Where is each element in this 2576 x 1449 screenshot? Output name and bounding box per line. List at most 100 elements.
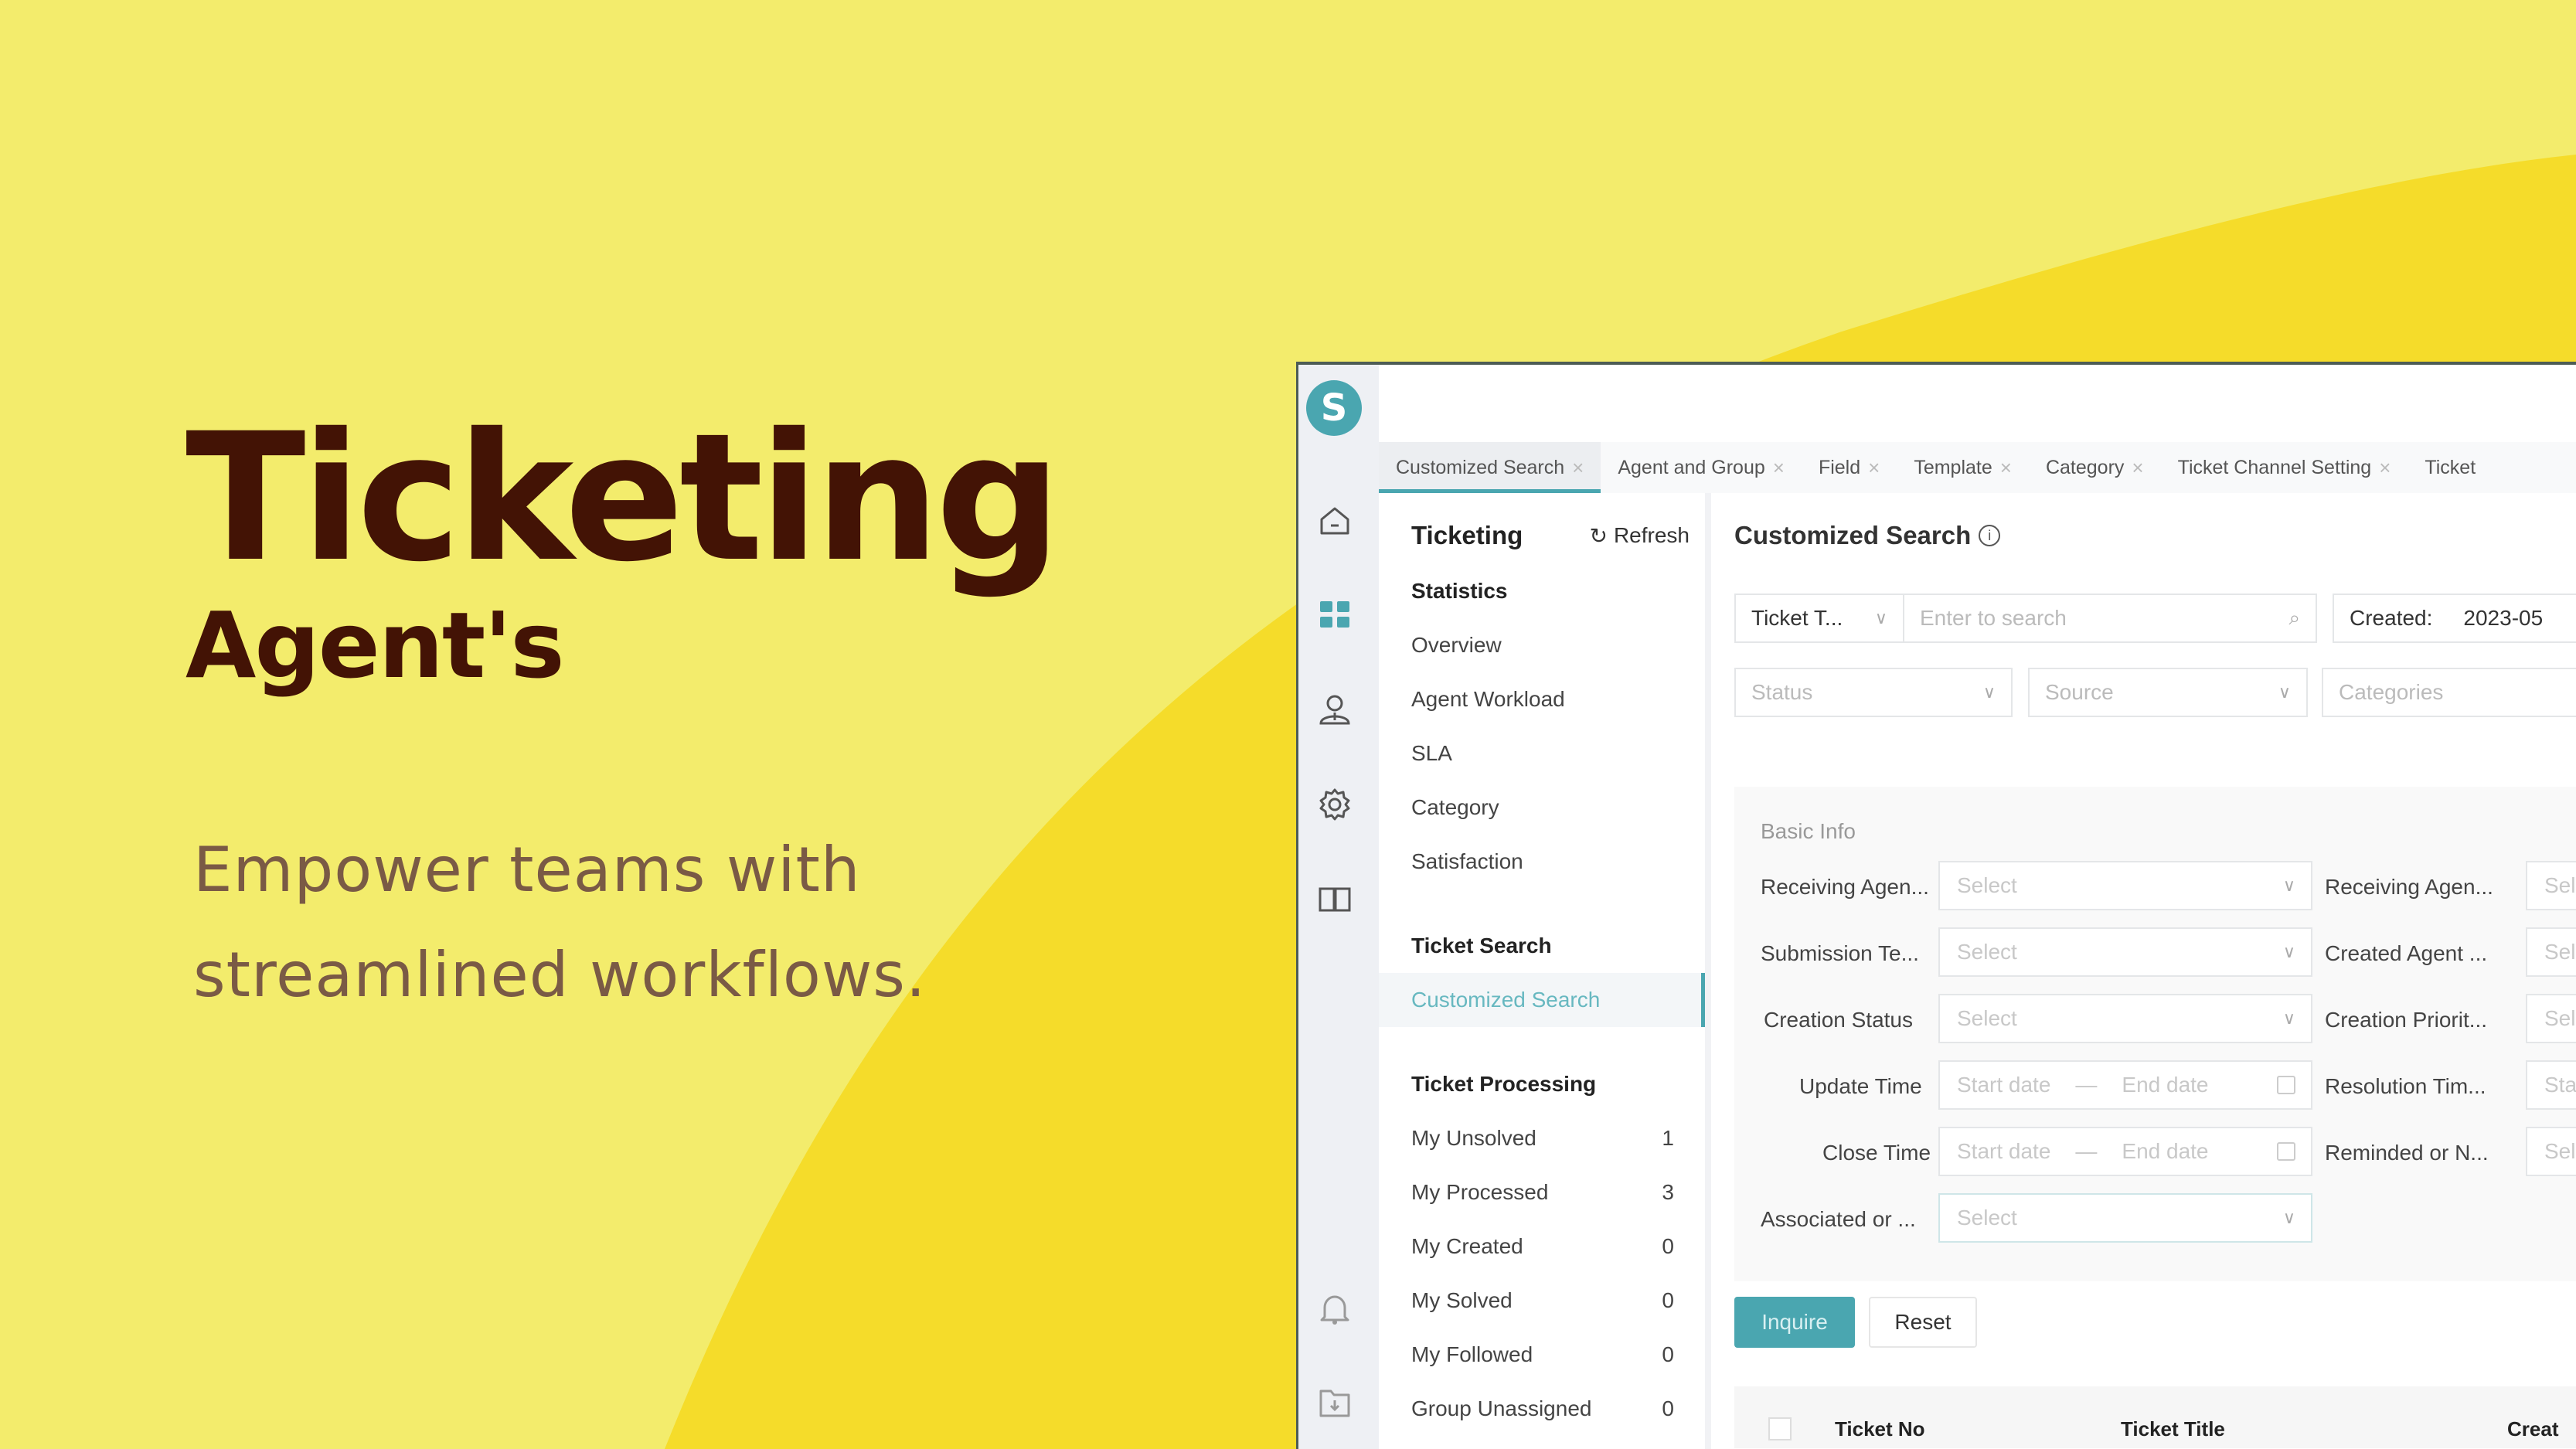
- search-input[interactable]: Enter to search ⌕: [1903, 594, 2317, 643]
- source-select[interactable]: Source ∨: [2028, 668, 2308, 717]
- basic-info-label: Basic Info: [1761, 819, 1856, 843]
- bell-icon[interactable]: [1317, 1291, 1353, 1326]
- receiving-agent-group-select[interactable]: Sele: [2526, 861, 2576, 910]
- refresh-button[interactable]: ↻ Refresh: [1589, 523, 1690, 549]
- select-placeholder: Sele: [2544, 1139, 2576, 1163]
- chevron-down-icon: ∨: [2282, 942, 2295, 961]
- nav-item-agent-workload[interactable]: Agent Workload: [1411, 672, 1683, 726]
- select-placeholder: Select: [1957, 873, 2017, 897]
- nav-item-my-unsolved[interactable]: My Unsolved 1: [1411, 1111, 1683, 1165]
- associated-select[interactable]: Select ∨: [1938, 1193, 2312, 1243]
- end-date-placeholder: End date: [2122, 1139, 2209, 1163]
- field-label: Receiving Agen...: [2325, 875, 2493, 899]
- agent-icon[interactable]: [1317, 692, 1353, 728]
- nav-item-category[interactable]: Category: [1411, 781, 1683, 835]
- book-icon[interactable]: [1317, 881, 1353, 917]
- select-all-checkbox[interactable]: [1768, 1417, 1792, 1440]
- nav-item-my-processed[interactable]: My Processed 3: [1411, 1165, 1683, 1219]
- status-select[interactable]: Status ∨: [1734, 668, 2013, 717]
- app-logo[interactable]: S: [1306, 380, 1362, 436]
- tab-customized-search[interactable]: Customized Search ×: [1379, 442, 1601, 493]
- nav-item-label: Customized Search: [1411, 988, 1601, 1012]
- categories-placeholder: Categories: [2339, 680, 2444, 704]
- hero-subtitle: Agent's: [185, 592, 565, 699]
- tab-ticket-channel-setting[interactable]: Ticket Channel Setting ×: [2161, 442, 2408, 493]
- creation-priority-select[interactable]: Sele: [2526, 994, 2576, 1043]
- close-icon[interactable]: ×: [1868, 456, 1880, 480]
- reminded-select[interactable]: Sele: [2526, 1127, 2576, 1176]
- created-agent-select[interactable]: Sele: [2526, 927, 2576, 977]
- column-header-ticket-no[interactable]: Ticket No: [1835, 1417, 1925, 1441]
- ticket-type-select[interactable]: Ticket T... ∨: [1734, 594, 1904, 643]
- results-table-header: Ticket No Ticket Title Creat: [1734, 1386, 2576, 1448]
- tab-label: Template: [1914, 456, 1992, 478]
- nav-item-satisfaction[interactable]: Satisfaction: [1411, 835, 1683, 889]
- search-icon[interactable]: ⌕: [2288, 606, 2300, 631]
- nav-item-overview[interactable]: Overview: [1411, 618, 1683, 672]
- tab-label: Category: [2045, 456, 2125, 478]
- nav-item-count: 0: [1662, 1288, 1674, 1312]
- close-time-range[interactable]: Start date — End date: [1938, 1127, 2312, 1176]
- nav-header: Ticketing ↻ Refresh: [1411, 521, 1690, 550]
- nav-title: Ticketing: [1411, 521, 1523, 549]
- close-icon[interactable]: ×: [2132, 456, 2143, 480]
- update-time-range[interactable]: Start date — End date: [1938, 1060, 2312, 1110]
- created-value: 2023-05: [2463, 606, 2544, 630]
- receiving-agent-select[interactable]: Select ∨: [1938, 861, 2312, 910]
- hero: Ticketing Agent's: [185, 410, 1062, 699]
- nav-item-sla[interactable]: SLA: [1411, 726, 1683, 781]
- folder-download-icon[interactable]: [1317, 1385, 1353, 1420]
- nav-item-count: 0: [1662, 1342, 1674, 1366]
- nav-item-customized-search[interactable]: Customized Search: [1379, 973, 1705, 1027]
- ticketing-nav: Ticketing ↻ Refresh Statistics Overview …: [1379, 493, 1711, 1449]
- nav-item-count: 0: [1662, 1234, 1674, 1258]
- close-icon[interactable]: ×: [2000, 456, 2012, 480]
- creation-status-select[interactable]: Select ∨: [1938, 994, 2312, 1043]
- nav-item-label: Agent Workload: [1411, 687, 1565, 711]
- tab-label: Field: [1818, 456, 1861, 478]
- ticket-type-value: Ticket T...: [1751, 606, 1843, 630]
- resolution-time-range[interactable]: Star: [2526, 1060, 2576, 1110]
- tab-ticket[interactable]: Ticket: [2408, 442, 2493, 493]
- tab-agent-and-group[interactable]: Agent and Group ×: [1601, 442, 1802, 493]
- column-header-ticket-title[interactable]: Ticket Title: [2121, 1417, 2225, 1441]
- nav-section-ticket-processing: Ticket Processing My Unsolved 1 My Proces…: [1411, 1057, 1683, 1436]
- nav-section-title: Ticket Search: [1411, 934, 1552, 957]
- calendar-icon: [2277, 1142, 2295, 1161]
- start-date-placeholder: Start date: [1957, 1073, 2051, 1097]
- created-date-range[interactable]: Created: 2023-05: [2333, 594, 2576, 643]
- home-icon[interactable]: [1317, 502, 1353, 538]
- nav-item-my-solved[interactable]: My Solved 0: [1411, 1274, 1683, 1328]
- submission-team-select[interactable]: Select ∨: [1938, 927, 2312, 977]
- reset-button[interactable]: Reset: [1869, 1297, 1977, 1348]
- chevron-down-icon: ∨: [2282, 876, 2295, 895]
- nav-item-label: Satisfaction: [1411, 849, 1523, 873]
- nav-item-my-created[interactable]: My Created 0: [1411, 1219, 1683, 1274]
- page-title-text: Customized Search: [1734, 521, 1972, 549]
- nav-item-label: My Solved: [1411, 1288, 1513, 1312]
- field-label: Reminded or N...: [2325, 1141, 2489, 1165]
- end-date-placeholder: End date: [2122, 1073, 2209, 1097]
- tab-category[interactable]: Category ×: [2029, 442, 2161, 493]
- column-header-created[interactable]: Creat: [2507, 1417, 2558, 1441]
- close-icon[interactable]: ×: [1572, 456, 1584, 480]
- info-icon[interactable]: i: [1979, 525, 2001, 546]
- close-icon[interactable]: ×: [2379, 456, 2391, 480]
- categories-select[interactable]: Categories: [2322, 668, 2576, 717]
- dashboard-icon[interactable]: [1317, 597, 1353, 632]
- field-label: Resolution Tim...: [2325, 1074, 2486, 1098]
- field-label: Submission Te...: [1761, 941, 1919, 965]
- select-placeholder: Select: [1957, 940, 2017, 964]
- field-label: Associated or ...: [1761, 1207, 1916, 1231]
- tab-field[interactable]: Field ×: [1802, 442, 1897, 493]
- inquire-button[interactable]: Inquire: [1734, 1297, 1855, 1348]
- tab-template[interactable]: Template ×: [1897, 442, 2029, 493]
- gear-icon[interactable]: [1317, 787, 1353, 822]
- close-icon[interactable]: ×: [1773, 456, 1785, 480]
- nav-item-label: My Created: [1411, 1234, 1523, 1258]
- nav-item-group-unassigned[interactable]: Group Unassigned 0: [1411, 1382, 1683, 1436]
- tab-bar: Customized Search × Agent and Group × Fi…: [1379, 442, 2576, 493]
- nav-section-statistics: Statistics Overview Agent Workload SLA C…: [1411, 564, 1683, 889]
- field-label: Update Time: [1799, 1074, 1922, 1098]
- nav-item-my-followed[interactable]: My Followed 0: [1411, 1328, 1683, 1382]
